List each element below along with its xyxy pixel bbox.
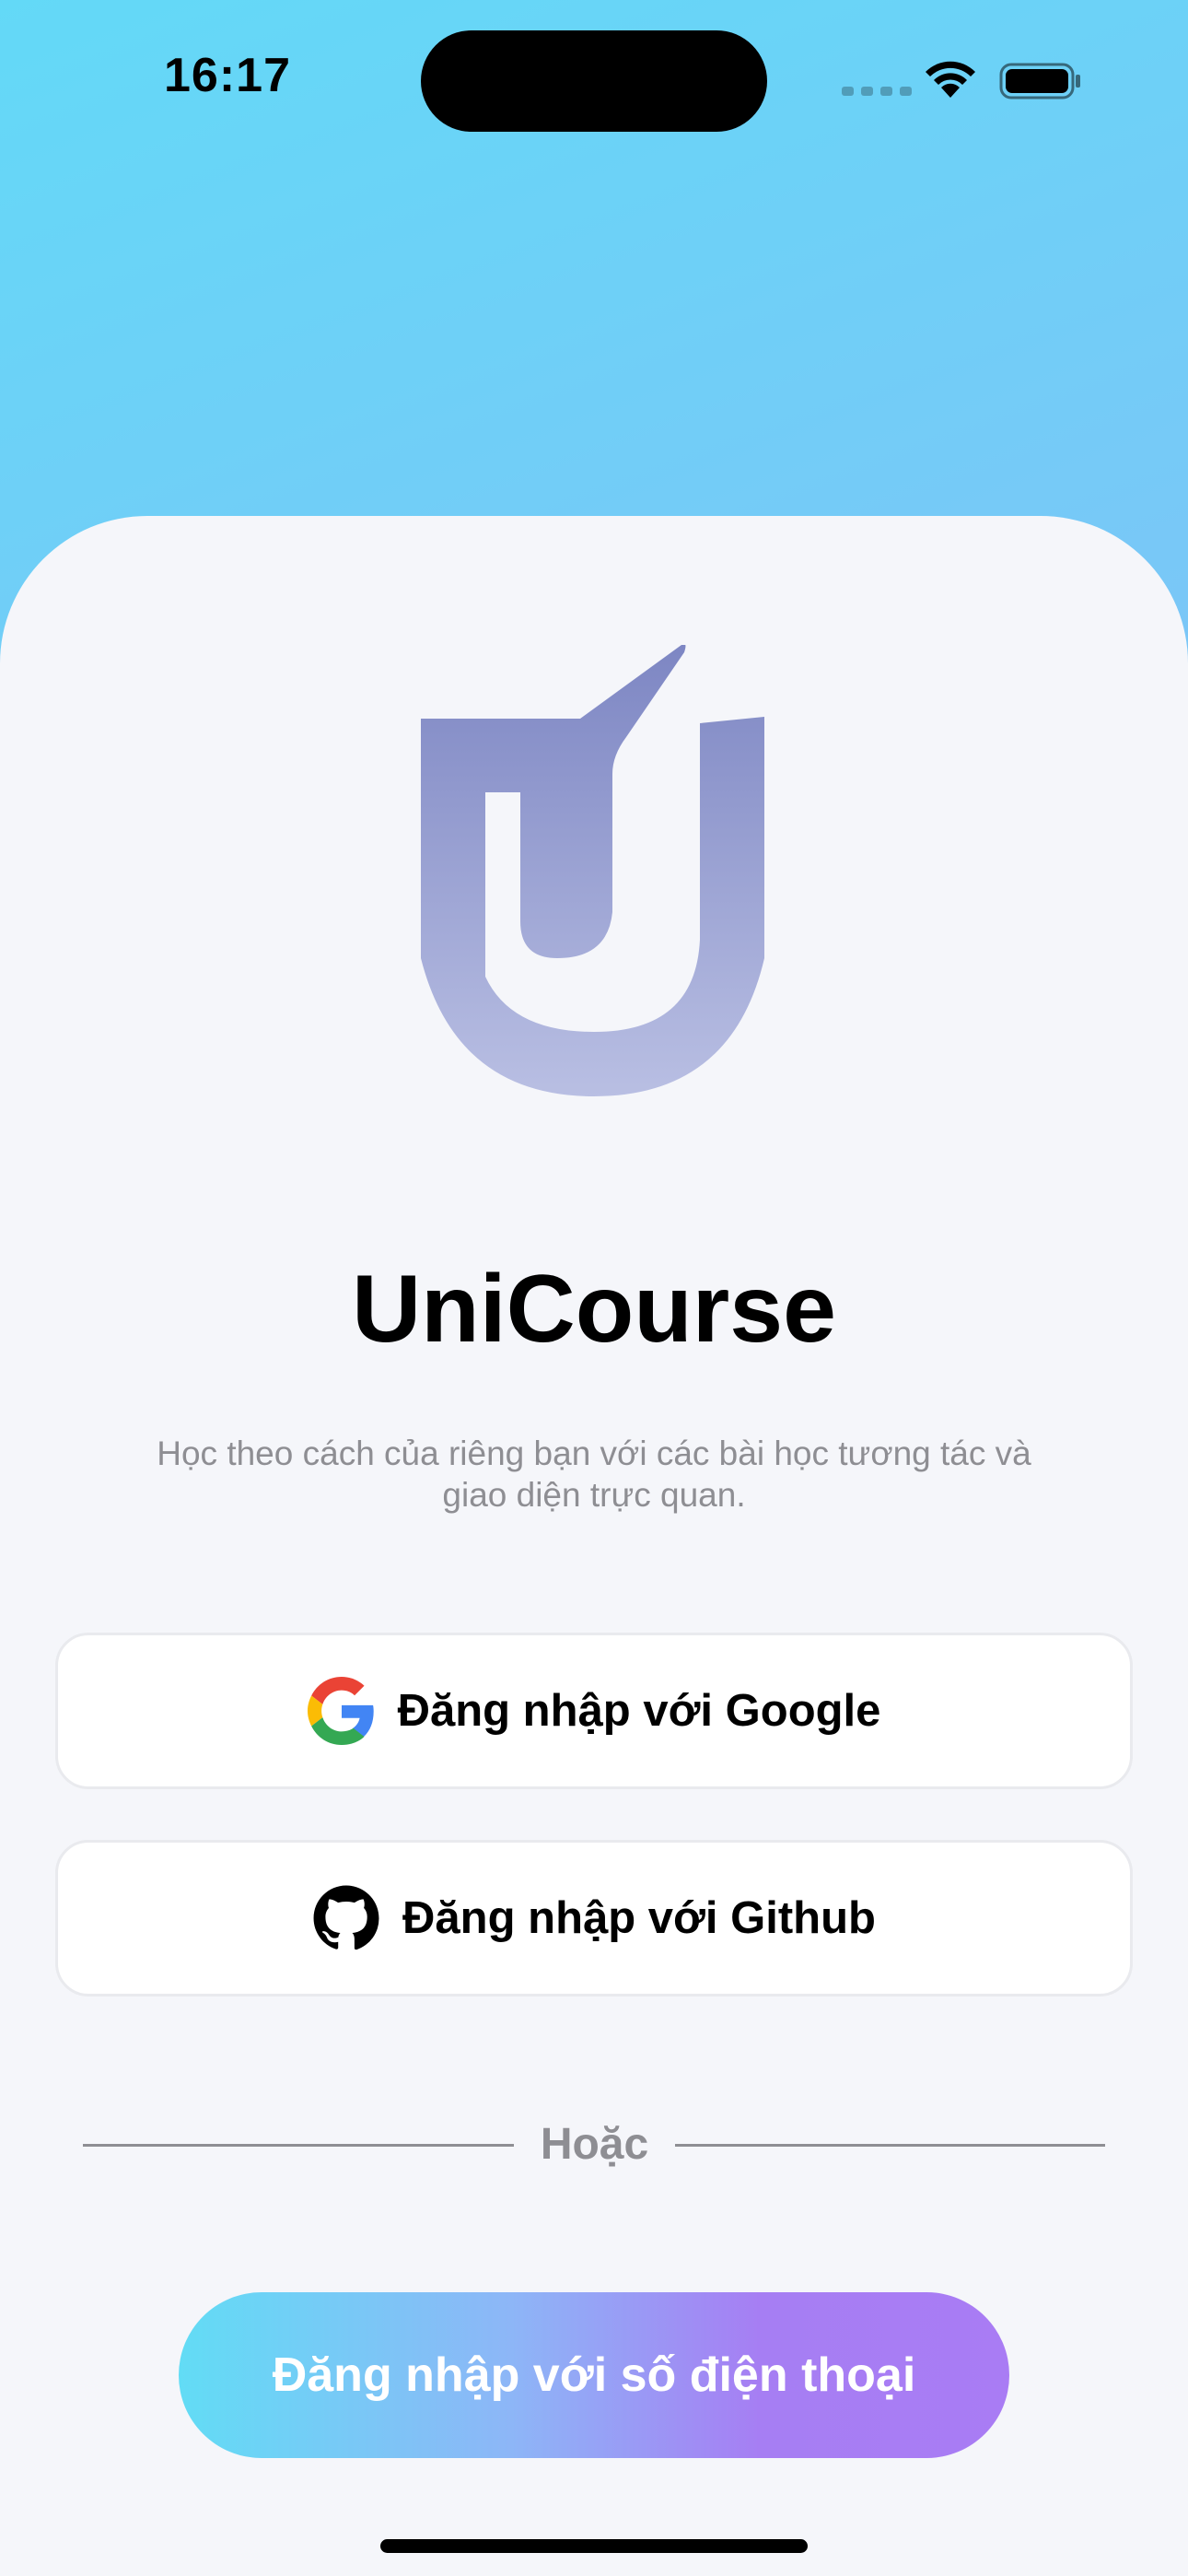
unicourse-logo-icon	[421, 645, 764, 1096]
divider-line-right	[675, 2144, 1105, 2147]
google-login-button[interactable]: Đăng nhập với Google	[55, 1633, 1133, 1789]
github-login-label: Đăng nhập với Github	[402, 1893, 876, 1943]
app-title: UniCourse	[352, 1256, 836, 1363]
home-indicator[interactable]	[380, 2539, 808, 2553]
status-time: 16:17	[164, 49, 291, 102]
dynamic-island	[421, 30, 767, 132]
phone-login-label: Đăng nhập với số điện thoại	[272, 2348, 916, 2402]
status-bar: 16:17	[0, 0, 1188, 147]
divider-text: Hoặc	[540, 2120, 649, 2169]
app-subtitle: Học theo cách của riêng bạn với các bài …	[157, 1434, 1031, 1514]
cellular-signal-icon	[842, 87, 912, 96]
divider-line-left	[83, 2144, 514, 2147]
battery-icon	[999, 63, 1080, 100]
phone-login-button[interactable]: Đăng nhập với số điện thoại	[179, 2292, 1009, 2458]
google-logo-icon	[307, 1677, 374, 1745]
google-login-label: Đăng nhập với Google	[397, 1686, 881, 1736]
github-logo-icon	[313, 1885, 379, 1950]
wifi-icon	[926, 61, 975, 98]
github-login-button[interactable]: Đăng nhập với Github	[55, 1840, 1133, 1996]
